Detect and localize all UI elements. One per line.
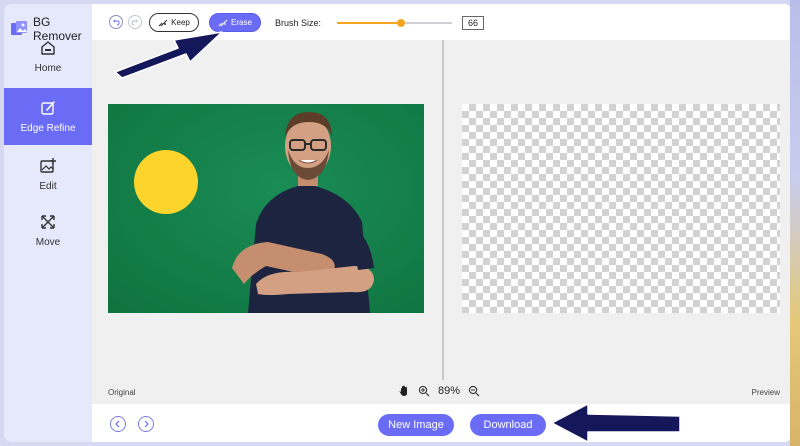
home-icon	[41, 40, 55, 55]
download-button[interactable]: Download	[470, 414, 546, 436]
keep-brush-icon	[158, 19, 168, 26]
workspace: Original 89% Preview	[92, 40, 792, 404]
erase-brush-icon	[218, 19, 228, 26]
sidebar-item-label: Edge Refine	[20, 123, 76, 134]
canvas-divider[interactable]	[442, 40, 444, 380]
move-icon	[41, 214, 55, 229]
background-strip	[790, 0, 800, 446]
keep-button[interactable]: Keep	[149, 13, 199, 32]
brush-size-value[interactable]: 66	[462, 16, 484, 30]
sidebar: BG Remover Home Edge Refine Edit Move	[4, 4, 92, 442]
yellow-circle	[134, 150, 198, 214]
redo-button[interactable]	[128, 15, 142, 29]
edge-refine-icon	[41, 101, 55, 115]
preview-canvas[interactable]	[462, 104, 780, 313]
bottom-bar: New Image Download	[92, 404, 792, 442]
undo-button[interactable]	[109, 15, 123, 29]
erase-button[interactable]: Erase	[209, 13, 261, 32]
zoom-in-icon[interactable]	[418, 385, 430, 397]
chevron-left-icon	[115, 420, 120, 428]
original-label: Original	[108, 388, 136, 397]
erase-label: Erase	[231, 18, 252, 27]
app-window: BG Remover Home Edge Refine Edit Move Ke…	[4, 4, 792, 442]
brush-size-slider[interactable]	[337, 19, 452, 27]
sidebar-item-label: Home	[34, 62, 62, 74]
redo-icon	[131, 19, 138, 26]
preview-label: Preview	[751, 388, 780, 397]
original-photo-illustration	[108, 104, 424, 313]
keep-label: Keep	[171, 18, 190, 27]
undo-icon	[113, 19, 120, 26]
status-bar: Original 89% Preview	[92, 380, 792, 404]
brush-slider-fill	[337, 22, 402, 24]
zoom-out-icon[interactable]	[468, 385, 480, 397]
brush-size-label: Brush Size:	[275, 18, 322, 28]
sidebar-item-edit[interactable]: Edit	[4, 146, 92, 202]
previous-button[interactable]	[110, 416, 126, 432]
sidebar-item-label: Edit	[39, 180, 57, 192]
sidebar-item-home[interactable]: Home	[4, 28, 92, 84]
sidebar-item-label: Move	[35, 236, 61, 248]
sidebar-item-edge-refine[interactable]: Edge Refine	[4, 88, 92, 145]
zoom-value: 89%	[438, 385, 461, 397]
new-image-button[interactable]: New Image	[378, 414, 454, 436]
chevron-right-icon	[144, 420, 149, 428]
brush-slider-thumb[interactable]	[397, 19, 406, 27]
original-image[interactable]	[108, 104, 424, 313]
next-button[interactable]	[138, 416, 154, 432]
zoom-controls: 89%	[398, 385, 480, 397]
hand-pan-icon[interactable]	[398, 385, 410, 397]
toolbar: Keep Erase Brush Size: 66	[92, 4, 792, 40]
edit-image-icon	[40, 157, 56, 173]
sidebar-item-move[interactable]: Move	[4, 202, 92, 258]
